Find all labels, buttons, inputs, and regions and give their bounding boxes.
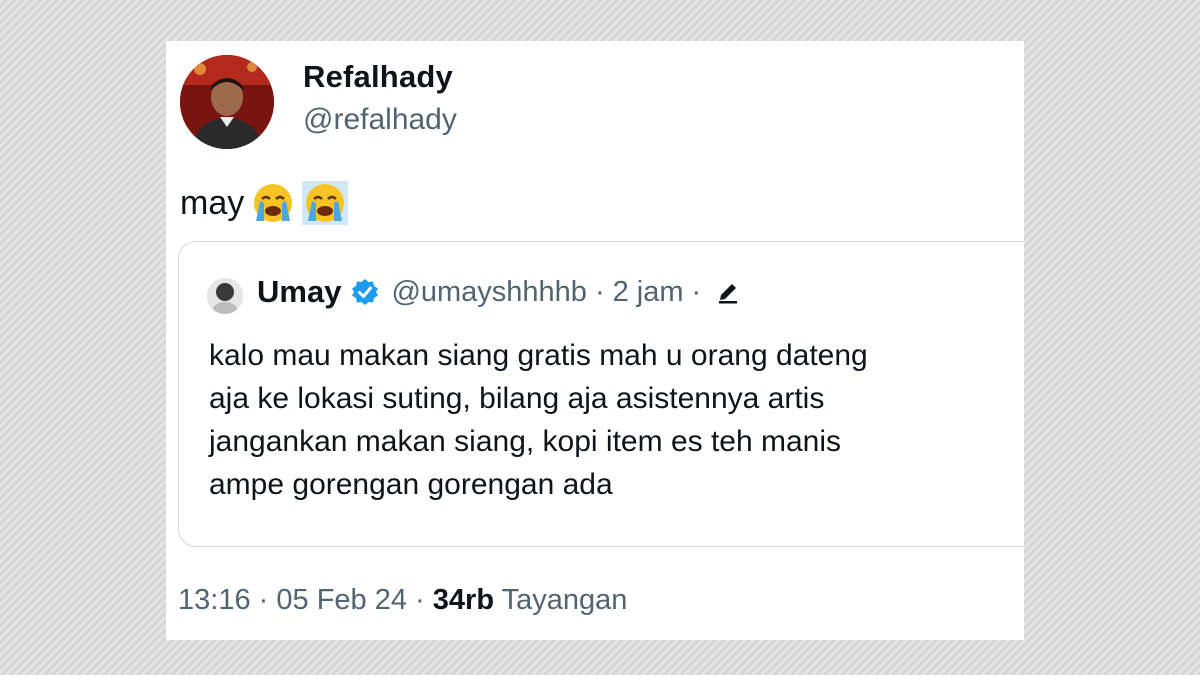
tweet-card: Refalhady @refalhady may Umay @umayshhhh… xyxy=(166,41,1024,640)
views-count[interactable]: 34rb xyxy=(433,584,494,616)
quoted-handle[interactable]: @umayshhhhb xyxy=(391,276,587,309)
quoted-tweet[interactable]: Umay @umayshhhhb · 2 jam · kalo mau maka… xyxy=(178,241,1024,547)
author-display-name[interactable]: Refalhady xyxy=(303,59,453,95)
loudly-crying-face-emoji-icon xyxy=(302,181,349,225)
quoted-text: kalo mau makan siang gratis mah u orang … xyxy=(209,339,868,501)
tweet-meta: 13:16 · 05 Feb 24 · 34rb Tayangan xyxy=(178,584,627,617)
author-avatar[interactable] xyxy=(180,55,274,149)
separator-dot: · xyxy=(258,584,269,616)
tweet-text: may xyxy=(180,183,245,222)
quoted-display-name[interactable]: Umay xyxy=(257,274,341,310)
tweet-body: may xyxy=(180,181,349,225)
quoted-author-avatar[interactable] xyxy=(207,278,243,314)
views-label: Tayangan xyxy=(501,584,628,616)
verified-badge-icon xyxy=(352,279,379,305)
separator-dot: · xyxy=(691,275,702,308)
quoted-header: Umay @umayshhhhb · 2 jam · xyxy=(257,274,741,310)
separator-dot: · xyxy=(594,275,605,308)
pencil-icon[interactable] xyxy=(715,279,741,305)
author-handle[interactable]: @refalhady xyxy=(303,103,457,137)
quoted-timestamp[interactable]: 2 jam xyxy=(613,276,684,309)
post-time[interactable]: 13:16 xyxy=(178,584,251,616)
post-date[interactable]: 05 Feb 24 xyxy=(276,584,407,616)
loudly-crying-face-emoji-icon xyxy=(254,184,293,222)
separator-dot: · xyxy=(415,584,425,616)
